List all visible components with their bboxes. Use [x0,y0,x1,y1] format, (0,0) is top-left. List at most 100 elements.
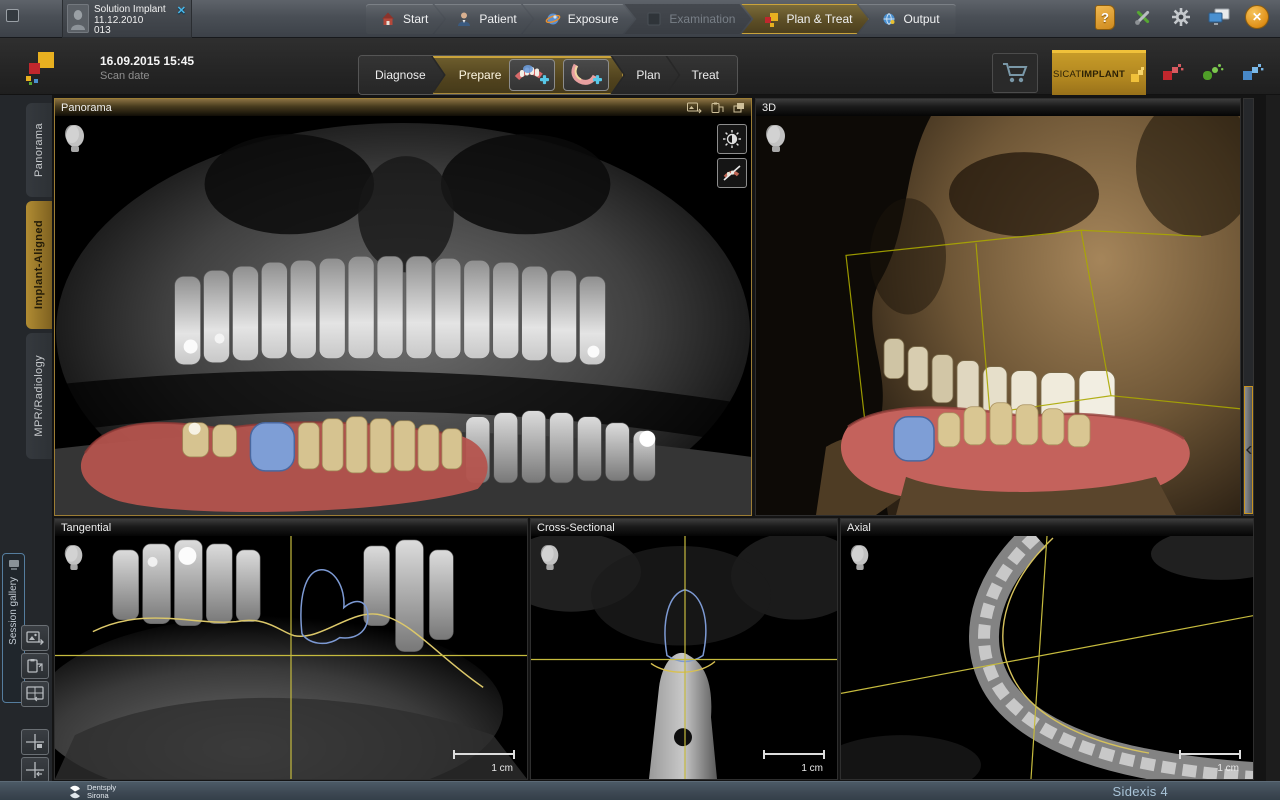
sicat-function-button[interactable] [1160,62,1186,84]
panorama-view-tools [717,124,747,188]
object-bar-expander[interactable] [1244,386,1253,514]
show-crosshairs-button[interactable] [21,729,49,755]
add-jaw-model-button[interactable] [563,59,609,91]
tab-label: Implant-Aligned [33,220,45,309]
tab-mpr-radiology[interactable]: MPR/Radiology [26,333,52,459]
panorama-panel: Panorama [54,98,752,516]
exposure-icon [545,11,561,27]
workspace-tabs: Panorama Implant-Aligned MPR/Radiology [26,103,52,459]
tangential-panel: Tangential [54,518,528,780]
orientation-head-widget[interactable] [763,123,789,155]
phase-patient[interactable]: Patient [434,4,532,34]
patient-info: Solution Implant 11.12.2010 013 [94,4,171,37]
workflow-prepare[interactable]: Prepare [433,56,624,94]
scale-label: 1 cm [1217,763,1239,774]
hide-objects-button[interactable] [717,158,747,188]
layout-grid-icon [26,686,44,702]
phase-start[interactable]: Start [366,4,444,34]
gear-icon [1170,6,1192,28]
scale-label: 1 cm [491,763,513,774]
plan-treat-icon [763,11,779,27]
panorama-header-icons [687,102,745,114]
sidebar: Panorama Implant-Aligned MPR/Radiology S… [0,95,52,781]
patient-tab[interactable]: Solution Implant 11.12.2010 013 ✕ [62,0,192,38]
output-icon [881,11,897,27]
tangential-viewport[interactable]: 1 cm [55,536,527,779]
sicat-logo [26,52,58,86]
orientation-head-widget[interactable] [538,543,564,575]
workflow-label: Diagnose [375,68,426,82]
view-area: Panorama [52,95,1266,781]
tab-panorama[interactable]: Panorama [26,103,52,197]
shop-button[interactable] [992,53,1038,93]
phase-exposure[interactable]: Exposure [523,4,635,34]
close-window-button[interactable]: ✕ [1244,4,1270,30]
panorama-image [55,116,751,515]
sicat-endo-button[interactable] [1240,62,1266,84]
sicat-air-button[interactable] [1200,62,1226,84]
axial-title: Axial [847,522,1247,534]
titlebar-actions: ? ✕ [1092,4,1270,30]
copy-to-clipboard-button[interactable] [21,653,49,679]
export-image-button[interactable] [21,625,49,651]
tab-label: Panorama [33,123,45,177]
session-gallery-label: Session gallery [8,577,19,645]
settings-button[interactable] [1168,4,1194,30]
panorama-viewport[interactable] [55,116,751,515]
phase-label: Output [904,12,940,26]
crosshair-arrow-icon [26,762,44,778]
sidebar-tools [21,625,49,783]
help-button[interactable]: ? [1092,4,1118,30]
scan-datetime: 16.09.2015 15:45 [100,54,194,68]
window-menu-icon[interactable] [6,9,19,22]
phase-label: Exposure [568,12,619,26]
clipboard-icon [26,658,44,674]
phase-label: Patient [479,12,516,26]
app-toolbar: 16.09.2015 15:45 Scan date Diagnose Prep… [0,38,1280,95]
orientation-head-widget[interactable] [62,543,88,575]
phase-output[interactable]: Output [859,4,956,34]
denture-plus-icon [514,62,550,88]
cross-sectional-image [531,536,837,779]
scan-caption: Scan date [100,70,194,82]
panorama-title: Panorama [61,102,683,114]
add-optical-impression-button[interactable] [509,59,555,91]
app-name: Sidexis 4 [1113,784,1168,799]
panorama-header: Panorama [55,99,751,116]
crosshair-icon [26,734,44,750]
close-patient-icon[interactable]: ✕ [176,4,187,17]
phase-label: Plan & Treat [786,12,852,26]
brightness-contrast-button[interactable] [717,124,747,154]
export-view-icon[interactable] [687,102,702,114]
endo-app-icon [1240,62,1266,84]
phase-label: Examination [669,12,735,26]
dentsply-sirona-brand: Dentsply Sirona [68,784,116,799]
axial-viewport[interactable]: 1 cm [841,536,1253,779]
tools-button[interactable] [1130,4,1156,30]
center-crosshairs-button[interactable] [21,757,49,783]
3d-viewport[interactable] [756,116,1240,515]
displays-icon [1207,7,1231,27]
app-switcher: SICATIMPLANT [992,50,1266,96]
sicat-implant-button[interactable]: SICATIMPLANT [1052,50,1146,96]
patient-icon [456,11,472,27]
layout-grid-button[interactable] [21,681,49,707]
axial-image [841,536,1253,779]
copy-view-icon[interactable] [711,102,724,114]
3d-image [756,116,1240,515]
3d-panel: 3D [755,98,1241,516]
phase-plan-treat[interactable]: Plan & Treat [741,4,868,34]
workflow-diagnose[interactable]: Diagnose [359,56,444,94]
tab-implant-aligned[interactable]: Implant-Aligned [26,201,52,329]
workflow-label: Treat [691,68,719,82]
help-book-icon: ? [1095,5,1115,30]
orientation-head-widget[interactable] [848,543,874,575]
workflow-label: Prepare [459,68,502,82]
workflow-label: Plan [636,68,660,82]
patient-avatar [67,4,89,33]
tab-label: MPR/Radiology [33,355,45,437]
cross-sectional-viewport[interactable]: 1 cm [531,536,837,779]
maximize-view-icon[interactable] [733,102,745,113]
displays-button[interactable] [1206,4,1232,30]
orientation-head-widget[interactable] [62,123,88,155]
